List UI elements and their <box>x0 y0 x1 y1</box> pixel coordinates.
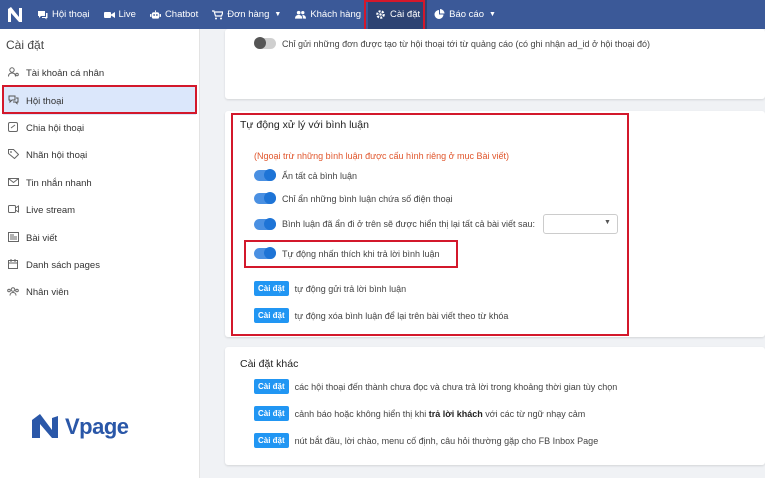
setting-row-hide-phone: Chỉ ẩn những bình luận chứa số điện thoạ… <box>254 192 453 204</box>
sidebar-item-quick-messages[interactable]: Tin nhắn nhanh <box>0 170 199 197</box>
gear-icon <box>375 9 386 20</box>
toggle-switch[interactable] <box>254 37 276 49</box>
toggle-switch[interactable] <box>254 192 276 204</box>
sidebar-item-posts[interactable]: Bài viết <box>0 224 199 251</box>
calendar-icon <box>7 258 19 272</box>
logo-icon <box>8 6 22 22</box>
settings-button[interactable]: Cài đặt <box>254 281 289 296</box>
toggle-switch[interactable] <box>254 217 276 230</box>
user-settings-icon <box>7 67 19 80</box>
setting-row-auto-delete: Cài đặt tự động xóa bình luận để lại trê… <box>254 308 508 323</box>
nav-settings[interactable]: Cài đặt <box>368 0 428 29</box>
setting-row-sensitive-words: Cài đặt cảnh báo hoặc không hiển thị khi… <box>254 406 585 421</box>
setting-row-hide-all: Ẩn tất cả bình luận <box>254 169 357 181</box>
other-settings-card: Cài đặt khác Cài đặt các hội thoại đến t… <box>225 347 765 465</box>
other-settings-title: Cài đặt khác <box>240 358 299 370</box>
staff-icon <box>7 287 19 299</box>
sidebar-item-personal-account[interactable]: Tài khoản cá nhân <box>0 60 199 87</box>
sidebar-title: Cài đặt <box>6 38 45 52</box>
toggle-switch[interactable] <box>254 169 276 181</box>
video-icon <box>103 9 115 20</box>
chat-icon <box>37 9 48 20</box>
chat-icon <box>7 95 19 108</box>
nav-orders[interactable]: Đơn hàng ▼ <box>205 0 288 29</box>
toggle-switch[interactable] <box>254 247 276 259</box>
chevron-down-icon: ▼ <box>604 219 611 226</box>
chevron-down-icon: ▼ <box>274 11 282 18</box>
vpage-logo-icon <box>32 414 58 438</box>
settings-button[interactable]: Cài đặt <box>254 433 289 448</box>
nav-customers[interactable]: Khách hàng <box>288 0 368 29</box>
settings-sidebar: Cài đặt Tài khoản cá nhân Hội thoại Chia… <box>0 29 200 478</box>
sidebar-item-conversation-labels[interactable]: Nhãn hội thoại <box>0 142 199 169</box>
sidebar-item-split-conversations[interactable]: Chia hội thoại <box>0 115 199 142</box>
setting-row-auto-like: Tự động nhấn thích khi trả lời bình luận <box>254 247 440 259</box>
cart-icon <box>212 9 224 20</box>
envelope-icon <box>7 177 19 189</box>
sidebar-item-live-stream[interactable]: Live stream <box>0 197 199 224</box>
pie-chart-icon <box>434 9 445 20</box>
setting-row-ad-orders: Chỉ gửi những đơn được tạo từ hội thoại … <box>254 37 650 49</box>
settings-button[interactable]: Cài đặt <box>254 406 289 421</box>
auto-comment-card: Tự động xử lý với bình luận (Ngoại trừ n… <box>225 111 765 337</box>
setting-row-unread: Cài đặt các hội thoại đến thành chưa đọc… <box>254 379 617 394</box>
nav-chatbot[interactable]: Chatbot <box>143 0 205 29</box>
sidebar-item-page-list[interactable]: Danh sách pages <box>0 252 199 279</box>
video-icon <box>7 205 19 216</box>
nav-conversations[interactable]: Hội thoại <box>30 0 97 29</box>
article-icon <box>7 231 19 245</box>
sidebar-item-staff[interactable]: Nhân viên <box>0 279 199 306</box>
conversation-settings-card: Chỉ gửi những đơn được tạo từ hội thoại … <box>225 29 765 99</box>
top-navigation: Hội thoại Live Chatbot Đơn hàng ▼ Khách … <box>0 0 765 29</box>
robot-icon <box>149 9 161 20</box>
auto-comment-note: (Ngoại trừ những bình luận được cấu hình… <box>254 151 510 161</box>
post-select-dropdown[interactable]: ▼ <box>542 214 618 234</box>
settings-button[interactable]: Cài đặt <box>254 308 289 323</box>
tag-icon <box>7 149 19 162</box>
nav-reports[interactable]: Báo cáo ▼ <box>427 0 503 29</box>
setting-row-inbox-page: Cài đặt nút bắt đầu, lời chào, menu cố đ… <box>254 433 598 448</box>
split-icon <box>7 121 19 135</box>
settings-button[interactable]: Cài đặt <box>254 379 289 394</box>
nav-live[interactable]: Live <box>97 0 143 29</box>
auto-comment-title: Tự động xử lý với bình luận <box>240 119 369 131</box>
setting-row-reshow-hidden: Bình luận đã ẩn đi ở trên sẽ được hiển t… <box>254 214 618 234</box>
sidebar-item-conversations[interactable]: Hội thoại <box>3 87 196 115</box>
chevron-down-icon: ▼ <box>489 11 496 18</box>
app-logo[interactable] <box>0 0 30 29</box>
brand-logo: Vpage <box>30 412 129 442</box>
setting-row-auto-reply: Cài đặt tự động gửi trả lời bình luận <box>254 281 406 296</box>
users-icon <box>295 9 307 20</box>
